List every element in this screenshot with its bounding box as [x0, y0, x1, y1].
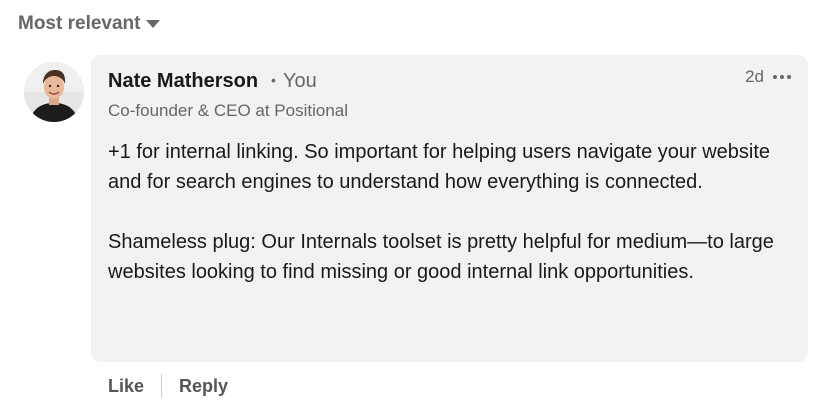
comment-thread: Most relevant Nate Matherson • You Co-fo… [0, 0, 828, 414]
more-options-icon[interactable] [773, 68, 794, 86]
author-headline: Co-founder & CEO at Positional [108, 101, 349, 120]
comment-text: +1 for internal linking. So important fo… [108, 137, 798, 287]
comment-actions: Like Reply [108, 374, 228, 398]
comment-timestamp: 2d [745, 67, 764, 86]
caret-down-icon [146, 20, 161, 28]
author-name-link[interactable]: Nate Matherson [108, 70, 258, 93]
avatar[interactable] [24, 62, 84, 122]
comment-paragraph: +1 for internal linking. So important fo… [108, 141, 771, 193]
comment-meta: 2d [745, 67, 794, 87]
sort-dropdown[interactable]: Most relevant [18, 13, 161, 35]
avatar-photo-icon [24, 62, 84, 122]
comment-bubble: Nate Matherson • You Co-founder & CEO at… [91, 55, 808, 362]
reply-button[interactable]: Reply [179, 376, 228, 397]
comment-paragraph: Shameless plug: Our Internals toolset is… [108, 231, 774, 283]
action-divider [161, 374, 163, 398]
author-row: Nate Matherson • You [108, 70, 317, 93]
author-relation: You [282, 70, 317, 92]
separator-dot: • [271, 72, 276, 88]
sort-label: Most relevant [18, 13, 141, 34]
like-button[interactable]: Like [108, 376, 144, 397]
